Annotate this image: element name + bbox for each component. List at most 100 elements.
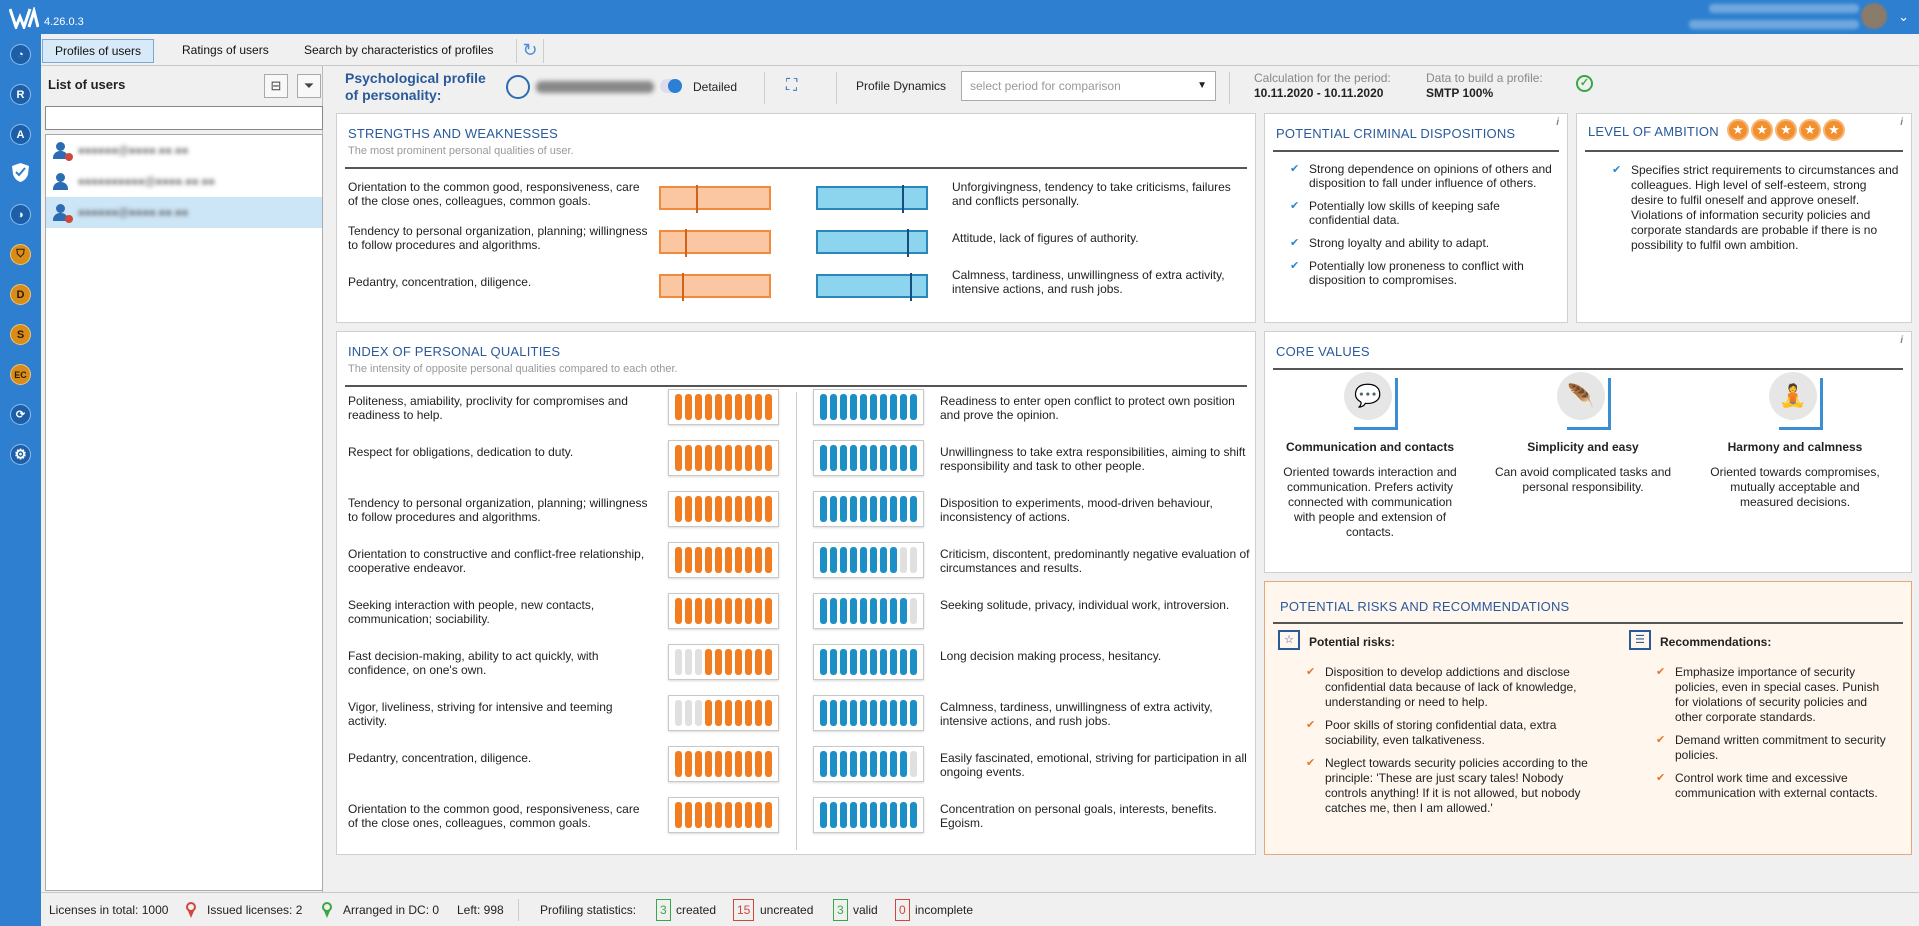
quality-row: Fast decision-making, ability to act qui… bbox=[337, 644, 1255, 700]
bar-segment bbox=[860, 649, 867, 675]
profile-header: Psychological profile of personality: De… bbox=[336, 66, 1919, 110]
bar-segment bbox=[745, 394, 752, 420]
bar-segment bbox=[820, 547, 827, 573]
list-item[interactable]: ●●●●●●●●●●@●●●●.●●.●● bbox=[46, 166, 322, 197]
org-chart-icon[interactable]: ⛶ bbox=[786, 77, 808, 97]
bar-segment bbox=[860, 802, 867, 828]
bar-segment bbox=[830, 598, 837, 624]
bar-segment bbox=[685, 547, 692, 573]
quality-left-text: Orientation to constructive and conflict… bbox=[348, 547, 645, 575]
bar-segment bbox=[820, 445, 827, 471]
strength-bar-right bbox=[816, 185, 928, 213]
bar-segment bbox=[735, 394, 742, 420]
bar-segment bbox=[725, 649, 732, 675]
settings-icon[interactable]: ⚙ bbox=[10, 444, 31, 465]
bar-segment bbox=[675, 802, 682, 828]
bar-segment bbox=[675, 547, 682, 573]
filter-icon[interactable]: ⏷ bbox=[297, 74, 321, 98]
bar-segment bbox=[850, 700, 857, 726]
bar-segment bbox=[685, 496, 692, 522]
quality-right-text: Long decision making process, hesitancy. bbox=[940, 649, 1162, 663]
shield-orange-icon[interactable]: ⛉ bbox=[10, 244, 31, 265]
quality-bar-right bbox=[813, 542, 924, 578]
bar-segment bbox=[725, 496, 732, 522]
bar-segment bbox=[695, 394, 702, 420]
chevron-down-icon[interactable]: ⌄ bbox=[1898, 9, 1909, 25]
bar-segment bbox=[900, 802, 907, 828]
users-search-input[interactable] bbox=[45, 106, 323, 130]
avatar[interactable] bbox=[1861, 3, 1887, 29]
bar-segment bbox=[755, 802, 762, 828]
shield-icon[interactable] bbox=[10, 162, 31, 183]
detailed-toggle[interactable] bbox=[660, 79, 682, 93]
info-icon[interactable]: i bbox=[1900, 117, 1903, 128]
bar-segment bbox=[860, 496, 867, 522]
bar-segment bbox=[685, 445, 692, 471]
bar-segment bbox=[755, 700, 762, 726]
bar-segment bbox=[745, 802, 752, 828]
info-icon[interactable]: i bbox=[1556, 117, 1559, 128]
remove-user-icon[interactable]: ⊟ bbox=[264, 74, 288, 98]
quality-bar-right bbox=[813, 644, 924, 680]
d-module-icon[interactable]: D bbox=[10, 284, 31, 305]
created-label: created bbox=[676, 903, 717, 917]
r-module-icon[interactable]: R bbox=[10, 84, 31, 105]
uncreated-count-badge: 15 bbox=[733, 899, 755, 921]
bar-segment bbox=[715, 445, 722, 471]
recommendations-label: Recommendations: bbox=[1660, 635, 1772, 649]
bar-segment bbox=[705, 547, 712, 573]
recommendations-list: Emphasize importance of security policie… bbox=[1651, 665, 1896, 801]
bar-segment bbox=[765, 496, 772, 522]
bar-segment bbox=[685, 700, 692, 726]
bar-segment bbox=[890, 547, 897, 573]
bar-segment bbox=[850, 394, 857, 420]
tab-search-by-characteristics[interactable]: Search by characteristics of profiles bbox=[292, 39, 505, 63]
bar-segment bbox=[860, 445, 867, 471]
users-list: ●●●●●●@●●●●.●●.●● ●●●●●●●●●●@●●●●.●●.●● … bbox=[45, 134, 323, 891]
strength-row: Pedantry, concentration, diligence. Calmn… bbox=[337, 268, 1255, 308]
bar-segment bbox=[890, 598, 897, 624]
a-module-icon[interactable]: A bbox=[10, 124, 31, 145]
bar-segment bbox=[910, 802, 917, 828]
dashboard-icon[interactable]: ◔ bbox=[10, 44, 31, 65]
compare-period-select[interactable]: select period for comparison ▼ bbox=[961, 71, 1216, 101]
card-title: POTENTIAL CRIMINAL DISPOSITIONS bbox=[1276, 126, 1516, 141]
arranged-ribbon-icon bbox=[322, 902, 332, 918]
valid-label: valid bbox=[853, 903, 878, 917]
list-item[interactable]: ●●●●●●@●●●●.●●.●● bbox=[46, 197, 322, 228]
refresh-icon[interactable]: ↻ bbox=[516, 39, 544, 63]
bar-segment bbox=[850, 496, 857, 522]
profile-icon[interactable]: ◑ bbox=[10, 204, 31, 225]
profile-dynamics-label: Profile Dynamics bbox=[856, 79, 947, 93]
info-icon[interactable]: i bbox=[1900, 335, 1903, 346]
bar-segment bbox=[890, 802, 897, 828]
bar-segment bbox=[820, 649, 827, 675]
quality-row: Orientation to the common good, responsi… bbox=[337, 797, 1255, 853]
current-user-name bbox=[1709, 4, 1859, 13]
strength-bar-left bbox=[659, 229, 771, 257]
bar-segment bbox=[830, 751, 837, 777]
bar-segment bbox=[830, 649, 837, 675]
bar-segment bbox=[900, 598, 907, 624]
bar-segment bbox=[735, 547, 742, 573]
tab-ratings-of-users[interactable]: Ratings of users bbox=[170, 39, 281, 63]
tab-profiles-of-users[interactable]: Profiles of users bbox=[42, 39, 155, 63]
bar-segment bbox=[850, 802, 857, 828]
bar-segment bbox=[870, 751, 877, 777]
status-bar: Licenses in total: 1000 Issued licenses:… bbox=[41, 892, 1919, 926]
bar-segment bbox=[870, 547, 877, 573]
bar-segment bbox=[745, 445, 752, 471]
sync-icon[interactable]: ⟳ bbox=[10, 404, 31, 425]
bar-segment bbox=[695, 496, 702, 522]
bar-segment bbox=[675, 394, 682, 420]
bar-segment bbox=[715, 751, 722, 777]
bar-segment bbox=[755, 547, 762, 573]
bar-segment bbox=[675, 700, 682, 726]
criminal-card: i POTENTIAL CRIMINAL DISPOSITIONS Strong… bbox=[1264, 113, 1568, 323]
ec-module-icon[interactable]: EC bbox=[10, 364, 31, 385]
module-rail: ◔ R A ◑ ⛉ D S EC ⟳ ⚙ bbox=[0, 34, 41, 926]
s-module-icon[interactable]: S bbox=[10, 324, 31, 345]
user-circle-icon bbox=[506, 75, 530, 99]
list-item[interactable]: ●●●●●●@●●●●.●●.●● bbox=[46, 135, 322, 166]
card-title: LEVEL OF AMBITION bbox=[1588, 124, 1719, 139]
